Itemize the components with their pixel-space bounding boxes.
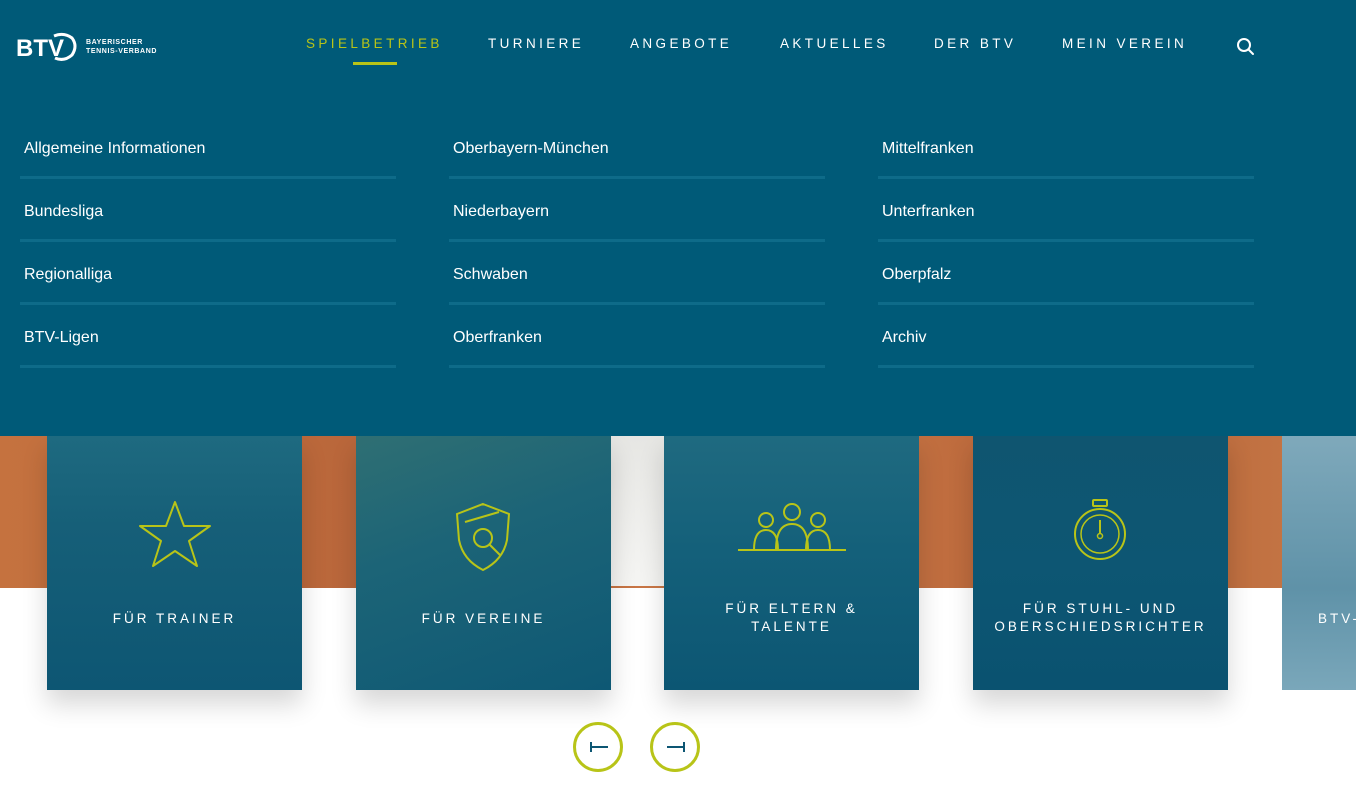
submenu-oberbayern-muenchen[interactable]: Oberbayern-München bbox=[449, 118, 825, 179]
card-label-line-2: OBERSCHIEDSRICHTER bbox=[994, 619, 1207, 634]
submenu-label: Unterfranken bbox=[882, 203, 975, 220]
card-photo bbox=[664, 436, 919, 690]
submenu-label: Niederbayern bbox=[453, 203, 550, 220]
submenu-btv-ligen[interactable]: BTV-Ligen bbox=[20, 307, 396, 368]
submenu-label: Oberfranken bbox=[453, 329, 542, 346]
card-label: BTV- bbox=[1318, 611, 1356, 626]
nav-item-aktuelles[interactable]: AKTUELLES bbox=[780, 36, 889, 51]
submenu-label: Mittelfranken bbox=[882, 140, 974, 157]
main-nav: SPIELBETRIEB TURNIERE ANGEBOTE AKTUELLES… bbox=[0, 36, 1356, 56]
card-label-line-1: FÜR ELTERN & bbox=[725, 601, 858, 616]
submenu-oberpfalz[interactable]: Oberpfalz bbox=[878, 244, 1254, 305]
nav-item-turniere[interactable]: TURNIERE bbox=[488, 36, 584, 51]
group-icon bbox=[738, 503, 846, 551]
card-fuer-vereine[interactable]: FÜR VEREINE bbox=[356, 436, 611, 690]
card-fuer-trainer[interactable]: FÜR TRAINER bbox=[47, 436, 302, 690]
submenu-column-2: Oberbayern-München Niederbayern Schwaben… bbox=[449, 118, 825, 370]
card-label: FÜR STUHL- UND OBERSCHIEDSRICHTER bbox=[973, 600, 1228, 636]
nav-item-der-btv[interactable]: DER BTV bbox=[934, 36, 1016, 51]
submenu-column-3: Mittelfranken Unterfranken Oberpfalz Arc… bbox=[878, 118, 1254, 370]
nav-item-angebote[interactable]: ANGEBOTE bbox=[630, 36, 732, 51]
submenu-label: Allgemeine Informationen bbox=[24, 140, 206, 157]
slider-prev-button[interactable] bbox=[573, 722, 623, 772]
slider-next-button[interactable] bbox=[650, 722, 700, 772]
card-btv-partial[interactable]: BTV- bbox=[1282, 436, 1356, 690]
card-fuer-stuhl-oberschiedsrichter[interactable]: FÜR STUHL- UND OBERSCHIEDSRICHTER bbox=[973, 436, 1228, 690]
submenu-label: Oberpfalz bbox=[882, 266, 952, 283]
submenu-label: Regionalliga bbox=[24, 266, 113, 283]
shield-icon bbox=[455, 502, 511, 572]
submenu-unterfranken[interactable]: Unterfranken bbox=[878, 181, 1254, 242]
card-label: FÜR TRAINER bbox=[112, 611, 237, 626]
submenu-label: Bundesliga bbox=[24, 203, 104, 220]
submenu-niederbayern[interactable]: Niederbayern bbox=[449, 181, 825, 242]
search-icon bbox=[1237, 38, 1254, 55]
stopwatch-icon bbox=[1074, 499, 1126, 560]
submenu-column-1: Allgemeine Informationen Bundesliga Regi… bbox=[20, 118, 396, 370]
submenu-oberfranken[interactable]: Oberfranken bbox=[449, 307, 825, 368]
submenu-label: Oberbayern-München bbox=[453, 140, 609, 157]
submenu-label: Schwaben bbox=[453, 266, 528, 283]
arrow-right-icon bbox=[667, 742, 685, 752]
nav-item-spielbetrieb[interactable]: SPIELBETRIEB bbox=[306, 36, 443, 51]
submenu-label: Archiv bbox=[882, 329, 927, 346]
arrow-left-icon bbox=[590, 742, 608, 752]
card-label-line-1: FÜR STUHL- UND bbox=[1022, 601, 1179, 616]
submenu-mittelfranken[interactable]: Mittelfranken bbox=[878, 118, 1254, 179]
search-button[interactable] bbox=[1236, 37, 1256, 57]
submenu-allgemeine-informationen[interactable]: Allgemeine Informationen bbox=[20, 118, 396, 179]
submenu-archiv[interactable]: Archiv bbox=[878, 307, 1254, 368]
card-label: FÜR ELTERN & TALENTE bbox=[664, 600, 919, 636]
submenu-label: BTV-Ligen bbox=[24, 329, 99, 346]
card-photo bbox=[1282, 436, 1356, 690]
card-fuer-eltern-talente[interactable]: FÜR ELTERN & TALENTE bbox=[664, 436, 919, 690]
nav-item-mein-verein[interactable]: MEIN VEREIN bbox=[1062, 36, 1187, 51]
submenu-schwaben[interactable]: Schwaben bbox=[449, 244, 825, 305]
hero-photo-fragment bbox=[610, 436, 666, 586]
submenu-bundesliga[interactable]: Bundesliga bbox=[20, 181, 396, 242]
site-header: BTV BAYERISCHER TENNIS-VERBAND SPIELBETR… bbox=[0, 0, 1356, 436]
submenu-regionalliga[interactable]: Regionalliga bbox=[20, 244, 396, 305]
card-label-line-2: TALENTE bbox=[751, 619, 832, 634]
star-icon bbox=[139, 501, 211, 567]
card-label: FÜR VEREINE bbox=[421, 611, 546, 626]
active-nav-indicator bbox=[353, 62, 397, 65]
